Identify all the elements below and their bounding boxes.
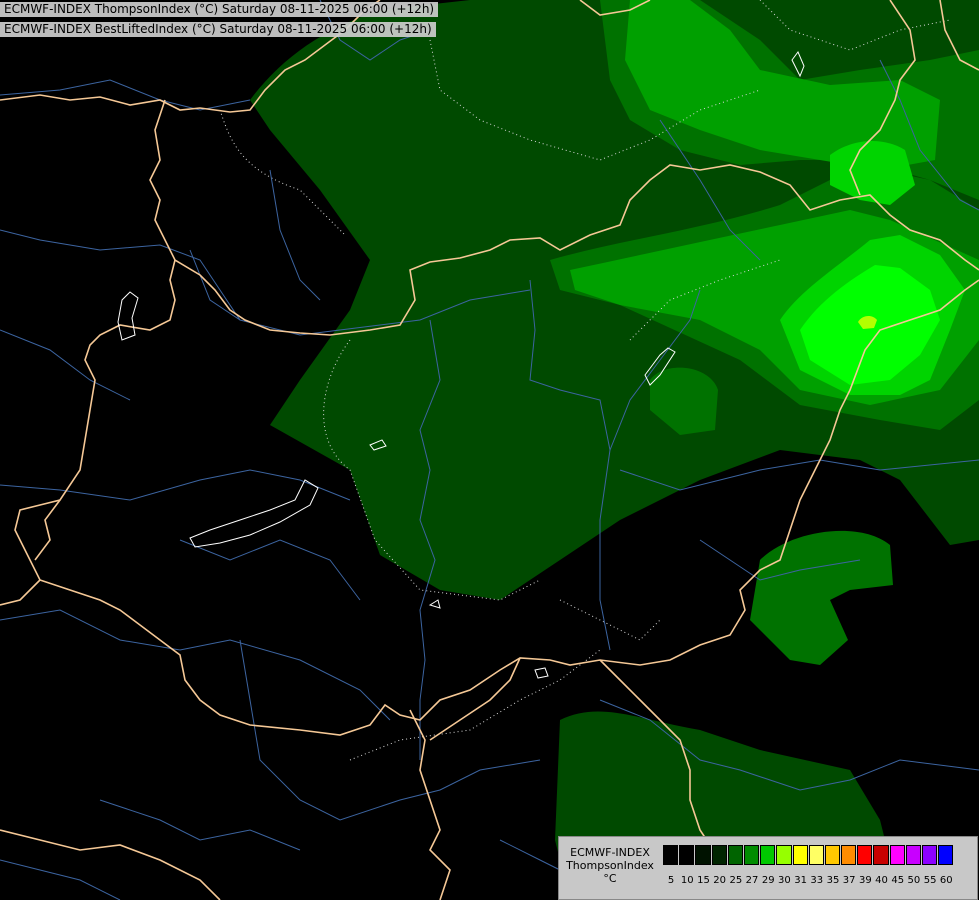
legend-tick-label: 10 [680,875,694,886]
legend-model-name: ECMWF-INDEX [570,846,650,859]
legend-tick-label: 60 [939,875,953,886]
legend-tick-label: 30 [778,875,791,886]
legend-tick-label: 35 [826,875,840,886]
legend-swatch [889,845,905,865]
legend-swatch [711,845,727,865]
color-legend: ECMWF-INDEX ThompsonIndex °C 5 10 15 20 25 27… [558,836,978,900]
legend-swatch [663,845,679,865]
thompson-index-map [0,0,979,900]
legend-tick-label: 55 [923,875,937,886]
legend-tick-label: 37 [842,875,856,886]
legend-tick-label: 15 [697,875,710,886]
legend-swatch [938,845,954,865]
map-title-line-1: ECMWF-INDEX ThompsonIndex (°C) Saturday … [0,2,439,17]
legend-tick-label: 5 [667,875,675,886]
lake-balaton [189,479,319,548]
legend-swatch [776,845,792,865]
legend-swatch [727,845,743,865]
legend-swatches [663,845,954,865]
lake-neusiedl [117,291,139,341]
legend-tick-label: 25 [729,875,743,886]
legend-swatch [679,845,695,865]
legend-tick-label: 39 [858,875,872,886]
legend-tick-label: 29 [761,875,775,886]
legend-parameter-name: ThompsonIndex [566,859,654,872]
legend-tick-label: 31 [794,875,807,886]
legend-swatch [841,845,857,865]
legend-swatch [905,845,921,865]
legend-swatch [824,845,841,865]
legend-swatch [792,845,808,865]
legend-tick-labels: 5 10 15 20 25 27 29 30 31 33 35 37 39 40 45 50 55 60 [663,875,954,886]
legend-tick-label: 20 [713,875,727,886]
legend-swatch [857,845,873,865]
legend-swatch [873,845,889,865]
legend-tick-label: 50 [907,875,921,886]
legend-title: ECMWF-INDEX ThompsonIndex °C [561,846,659,885]
legend-swatch [808,845,824,865]
legend-swatch [922,845,938,865]
map-title-line-2: ECMWF-INDEX BestLiftedIndex (°C) Saturda… [0,22,436,37]
legend-swatch [695,845,711,865]
legend-tick-label: 27 [745,875,759,886]
legend-unit: °C [603,872,617,885]
legend-swatch [743,845,760,865]
legend-swatch [760,845,776,865]
legend-tick-label: 33 [810,875,824,886]
legend-tick-label: 40 [875,875,888,886]
legend-tick-label: 45 [891,875,905,886]
weather-map-view: ECMWF-INDEX ThompsonIndex (°C) Saturday … [0,0,979,900]
